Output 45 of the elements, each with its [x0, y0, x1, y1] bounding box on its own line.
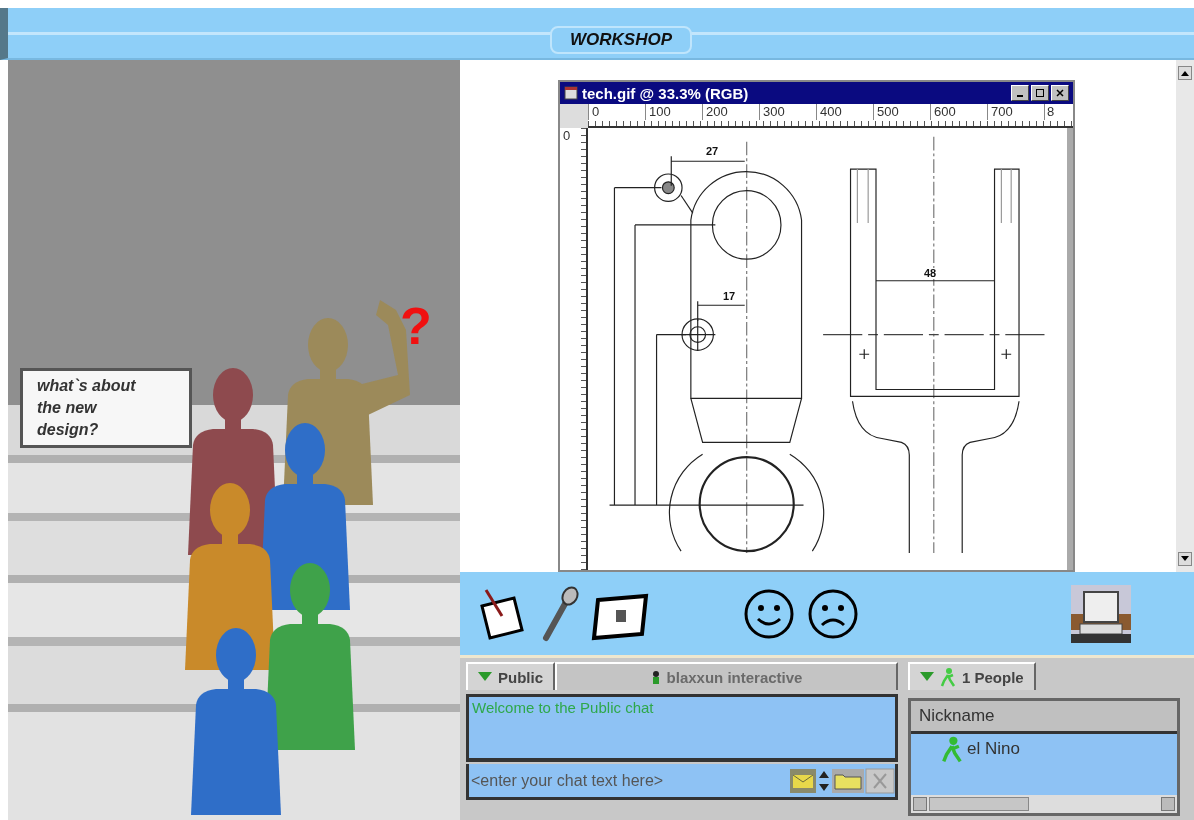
people-tab[interactable]: 1 People: [908, 662, 1036, 690]
person-icon: [941, 735, 963, 763]
maximize-icon: [1035, 88, 1045, 98]
ruler-label: 0: [588, 104, 645, 120]
avatar-silhouette[interactable]: [265, 563, 355, 750]
scroll-down-icon[interactable]: [1178, 552, 1192, 566]
computer-icon[interactable]: [1070, 583, 1132, 644]
image-window-titlebar[interactable]: tech.gif @ 33.3% (RGB): [560, 82, 1073, 104]
person-icon: [940, 667, 956, 687]
ruler-label: 600: [930, 104, 987, 120]
horizontal-scrollbar[interactable]: [911, 795, 1177, 813]
window-title: WORKSHOP: [550, 26, 692, 54]
scroll-up-icon[interactable]: [1178, 66, 1192, 80]
column-header[interactable]: Nickname: [911, 706, 995, 726]
ruler-corner: [560, 104, 588, 128]
minimize-button[interactable]: [1011, 85, 1029, 101]
dimension-label: 48: [924, 268, 937, 279]
chat-message: Welcome to the Public chat: [472, 699, 655, 716]
speech-text: what`s about the new design?: [37, 376, 137, 440]
ruler-label: 8: [1044, 104, 1060, 120]
ruler-label: 500: [873, 104, 930, 120]
maximize-button[interactable]: [1031, 85, 1049, 101]
triangle-icon: [478, 672, 492, 682]
question-mark: ?: [400, 300, 432, 352]
ruler-label: 200: [702, 104, 759, 120]
avatar-silhouette[interactable]: [191, 628, 281, 815]
nickname: el Nino: [967, 739, 1020, 759]
chat-tab[interactable]: Public: [466, 662, 555, 690]
dimension-label: 27: [706, 146, 719, 157]
ruler-label: 0: [562, 128, 572, 143]
ruler-label: 400: [816, 104, 873, 120]
minimize-icon: [1017, 95, 1023, 97]
ruler-label: 100: [645, 104, 702, 120]
person-icon: [650, 670, 661, 684]
dimension-label: 17: [723, 291, 736, 302]
close-icon: [1055, 88, 1065, 98]
document-icon: [564, 86, 578, 100]
chat-input-field[interactable]: <enter your chat text here>: [466, 764, 898, 800]
microphone-icon[interactable]: [540, 585, 580, 642]
ruler-label: 700: [987, 104, 1044, 120]
close-button[interactable]: [1051, 85, 1069, 101]
ruler-label: 300: [759, 104, 816, 120]
triangle-icon: [920, 672, 934, 682]
vertical-scrollbar[interactable]: [1176, 60, 1194, 572]
image-window-title: tech.gif @ 33.3% (RGB): [582, 84, 750, 102]
